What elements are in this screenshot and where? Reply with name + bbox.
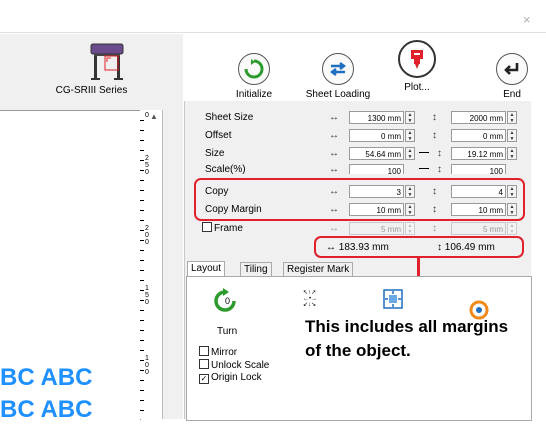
sheet-height-input[interactable]: 2000 mm <box>451 111 506 124</box>
plotter-icon <box>88 40 126 82</box>
mirror-checkbox[interactable]: Mirror <box>199 346 237 358</box>
sheet-size-label: Sheet Size <box>205 112 254 123</box>
turn-value: 0 <box>225 296 231 306</box>
spin-arrows-icon: ▲ ▼ <box>405 222 415 235</box>
horizontal-arrow-icon: ↔ <box>329 112 339 123</box>
end-button[interactable]: End <box>492 53 532 100</box>
checkbox-box <box>199 346 209 356</box>
preview-text-row-1: BC ABC <box>0 364 93 391</box>
return-icon <box>496 53 528 85</box>
vertical-arrow-icon: ↕ <box>432 130 437 141</box>
scale-y-input[interactable]: 100 <box>451 164 506 174</box>
size-width-input[interactable]: 54.64 mm <box>349 147 404 160</box>
frame-label: Frame <box>214 223 243 234</box>
scale-row: Scale(%) ↔ 100 — ↕ 100 <box>186 164 528 174</box>
preview-text-row-2: BC ABC <box>0 396 93 423</box>
plot-label: Plot... <box>404 82 430 93</box>
end-label: End <box>503 89 521 100</box>
horizontal-arrow-icon: ↔ <box>329 223 339 234</box>
size-label: Size <box>205 148 225 159</box>
sheet-width-input[interactable]: 1300 mm <box>349 111 404 124</box>
offset-x-input[interactable]: 0 mm <box>349 129 404 142</box>
unlock-scale-label: Unlock Scale <box>211 360 270 371</box>
checkbox-box <box>202 222 212 232</box>
callout-note: This includes all margins of the object. <box>305 317 509 360</box>
mirror-label: Mirror <box>211 347 238 358</box>
offset-label: Offset <box>205 130 232 141</box>
initialize-button[interactable]: Initialize <box>224 53 284 100</box>
scroll-up-icon[interactable]: ▲ <box>150 112 158 121</box>
sheet-loading-label: Sheet Loading <box>305 89 371 100</box>
copy-highlight-box <box>194 178 525 221</box>
refresh-icon <box>238 53 270 85</box>
plot-button[interactable]: Plot... <box>392 40 442 93</box>
frame-checkbox[interactable]: Frame <box>202 222 243 234</box>
turn-label: Turn <box>217 326 238 337</box>
horizontal-arrow-icon: ↔ <box>329 148 339 159</box>
tab-tiling[interactable]: Tiling <box>240 262 272 277</box>
vertical-ruler: 0 250 200 150 100 <box>140 110 163 419</box>
link-dash: — <box>419 164 429 174</box>
size-height-input[interactable]: 19.12 mm <box>451 147 506 160</box>
plot-cutter-icon <box>398 40 436 78</box>
ruler-label: 100 <box>145 355 149 376</box>
frame-x-input[interactable]: 5 mm <box>349 222 404 235</box>
device-label: CG-SRIII Series <box>55 85 128 96</box>
center-fit-icon[interactable] <box>383 289 403 309</box>
title-divider <box>0 32 546 33</box>
svg-text:↙↓↘: ↙↓↘ <box>303 302 316 307</box>
checkbox-box <box>199 359 209 369</box>
sheet-loading-button[interactable]: Sheet Loading <box>300 53 376 100</box>
spin-arrows-icon[interactable]: ▲ ▼ <box>507 129 517 142</box>
ruler-label: 150 <box>145 285 149 306</box>
origin-lock-label: Origin Lock <box>211 372 262 383</box>
ruler-label: 200 <box>145 225 149 246</box>
swap-arrows-icon <box>322 53 354 85</box>
spin-arrows-icon[interactable]: ▲ ▼ <box>405 111 415 124</box>
tab-register-mark[interactable]: Register Mark <box>283 262 354 277</box>
vertical-arrow-icon: ↕ <box>432 223 437 234</box>
initialize-label: Initialize <box>235 89 273 100</box>
scale-label: Scale(%) <box>205 164 246 174</box>
spin-arrows-icon: ▲ ▼ <box>507 222 517 235</box>
vertical-arrow-icon: ↕ <box>437 164 442 174</box>
spin-arrows-icon[interactable]: ▲ ▼ <box>405 147 415 160</box>
align-arrows-icon[interactable]: ↖↑↗ ←•→ ↙↓↘ <box>303 289 321 308</box>
ruler-label: 250 <box>145 155 149 176</box>
offset-y-input[interactable]: 0 mm <box>451 129 506 142</box>
scale-x-input[interactable]: 100 <box>349 164 404 174</box>
origin-lock-checkbox[interactable]: ✓ Origin Lock <box>199 372 262 384</box>
vertical-arrow-icon: ↕ <box>437 148 442 159</box>
vertical-arrow-icon: ↕ <box>432 112 437 123</box>
horizontal-arrow-icon: ↔ <box>329 164 339 174</box>
link-dash: — <box>419 147 429 158</box>
horizontal-arrow-icon: ↔ <box>329 130 339 141</box>
close-icon[interactable]: × <box>523 12 531 27</box>
frame-y-input[interactable]: 5 mm <box>451 222 506 235</box>
spin-arrows-icon[interactable]: ▲ ▼ <box>507 147 517 160</box>
unlock-scale-checkbox[interactable]: Unlock Scale <box>199 359 269 371</box>
spin-arrows-icon[interactable]: ▲ ▼ <box>405 129 415 142</box>
totals-highlight-box <box>314 236 524 258</box>
tab-layout[interactable]: Layout <box>187 261 226 277</box>
checkbox-checked: ✓ <box>199 374 209 384</box>
spin-arrows-icon[interactable]: ▲ ▼ <box>507 111 517 124</box>
